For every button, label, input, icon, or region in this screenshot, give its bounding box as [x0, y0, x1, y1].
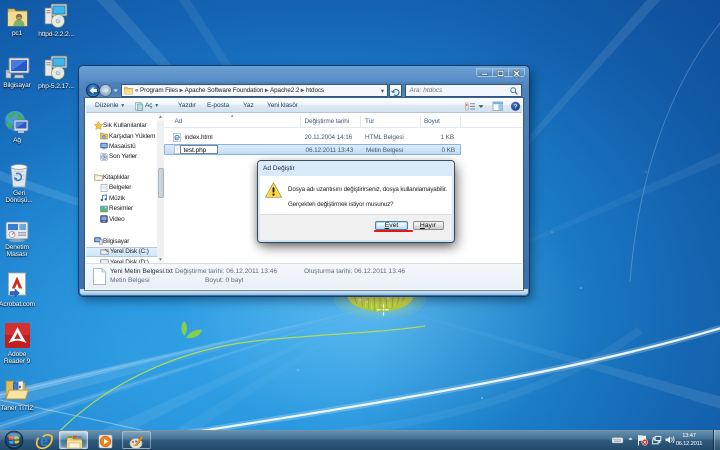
svg-text:?: ?	[514, 105, 518, 111]
